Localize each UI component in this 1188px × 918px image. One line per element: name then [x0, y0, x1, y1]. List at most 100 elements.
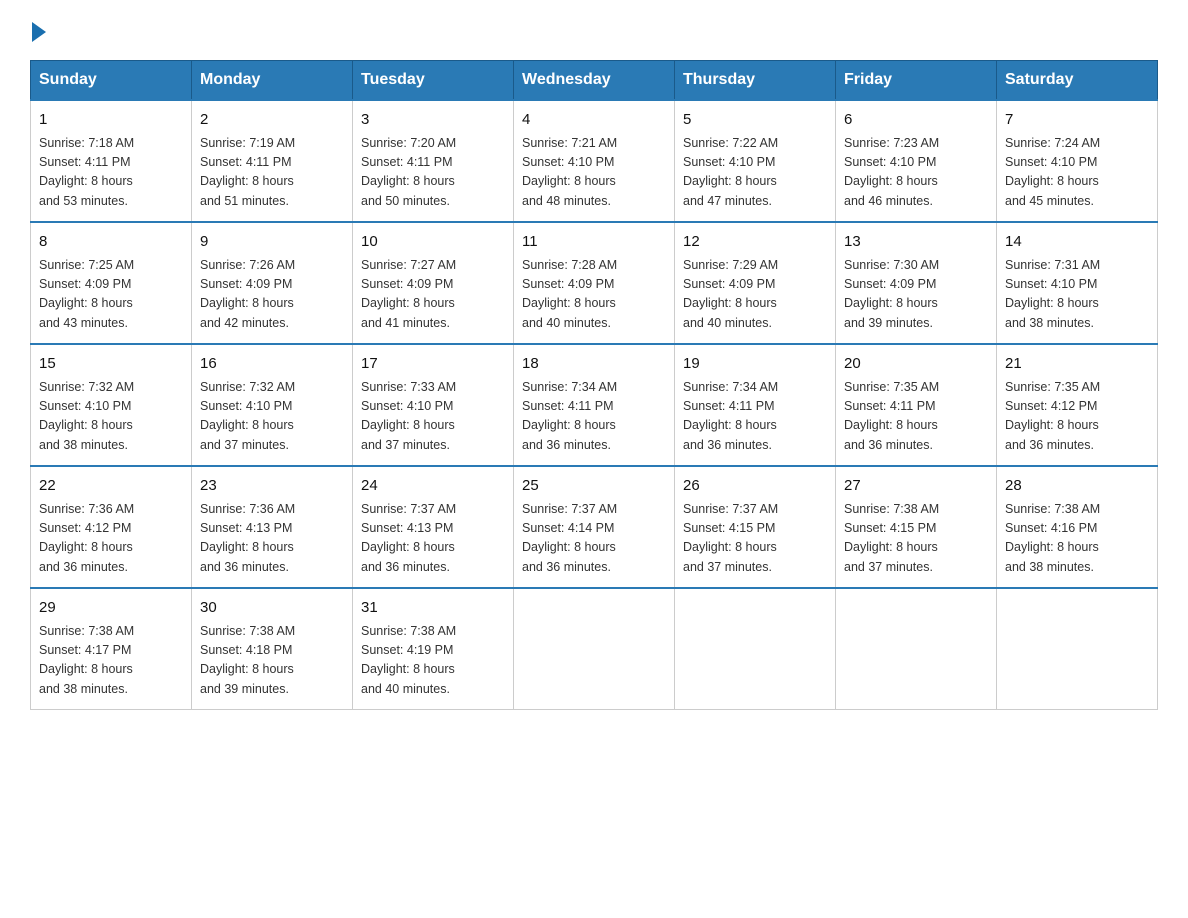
day-info: Sunrise: 7:22 AMSunset: 4:10 PMDaylight:…: [683, 134, 827, 212]
day-number: 9: [200, 231, 344, 254]
day-cell: 28Sunrise: 7:38 AMSunset: 4:16 PMDayligh…: [997, 466, 1158, 588]
day-info: Sunrise: 7:36 AMSunset: 4:13 PMDaylight:…: [200, 500, 344, 578]
column-header-wednesday: Wednesday: [514, 61, 675, 101]
day-cell: 8Sunrise: 7:25 AMSunset: 4:09 PMDaylight…: [31, 222, 192, 344]
calendar-table: SundayMondayTuesdayWednesdayThursdayFrid…: [30, 60, 1158, 710]
calendar-header-row: SundayMondayTuesdayWednesdayThursdayFrid…: [31, 61, 1158, 101]
day-number: 19: [683, 353, 827, 376]
day-info: Sunrise: 7:37 AMSunset: 4:15 PMDaylight:…: [683, 500, 827, 578]
day-cell: 23Sunrise: 7:36 AMSunset: 4:13 PMDayligh…: [192, 466, 353, 588]
day-cell: 18Sunrise: 7:34 AMSunset: 4:11 PMDayligh…: [514, 344, 675, 466]
day-number: 16: [200, 353, 344, 376]
day-info: Sunrise: 7:19 AMSunset: 4:11 PMDaylight:…: [200, 134, 344, 212]
day-cell: 11Sunrise: 7:28 AMSunset: 4:09 PMDayligh…: [514, 222, 675, 344]
day-info: Sunrise: 7:38 AMSunset: 4:19 PMDaylight:…: [361, 622, 505, 700]
day-cell: 3Sunrise: 7:20 AMSunset: 4:11 PMDaylight…: [353, 100, 514, 222]
day-cell: 21Sunrise: 7:35 AMSunset: 4:12 PMDayligh…: [997, 344, 1158, 466]
day-cell: 30Sunrise: 7:38 AMSunset: 4:18 PMDayligh…: [192, 588, 353, 710]
day-info: Sunrise: 7:28 AMSunset: 4:09 PMDaylight:…: [522, 256, 666, 334]
page-header: [30, 20, 1158, 42]
day-number: 24: [361, 475, 505, 498]
day-info: Sunrise: 7:35 AMSunset: 4:12 PMDaylight:…: [1005, 378, 1149, 456]
day-info: Sunrise: 7:33 AMSunset: 4:10 PMDaylight:…: [361, 378, 505, 456]
day-cell: 29Sunrise: 7:38 AMSunset: 4:17 PMDayligh…: [31, 588, 192, 710]
day-info: Sunrise: 7:23 AMSunset: 4:10 PMDaylight:…: [844, 134, 988, 212]
day-info: Sunrise: 7:26 AMSunset: 4:09 PMDaylight:…: [200, 256, 344, 334]
day-info: Sunrise: 7:27 AMSunset: 4:09 PMDaylight:…: [361, 256, 505, 334]
day-info: Sunrise: 7:30 AMSunset: 4:09 PMDaylight:…: [844, 256, 988, 334]
column-header-thursday: Thursday: [675, 61, 836, 101]
week-row-1: 1Sunrise: 7:18 AMSunset: 4:11 PMDaylight…: [31, 100, 1158, 222]
day-number: 8: [39, 231, 183, 254]
day-cell: 17Sunrise: 7:33 AMSunset: 4:10 PMDayligh…: [353, 344, 514, 466]
day-info: Sunrise: 7:32 AMSunset: 4:10 PMDaylight:…: [200, 378, 344, 456]
day-cell: 25Sunrise: 7:37 AMSunset: 4:14 PMDayligh…: [514, 466, 675, 588]
day-cell: 24Sunrise: 7:37 AMSunset: 4:13 PMDayligh…: [353, 466, 514, 588]
day-cell: 26Sunrise: 7:37 AMSunset: 4:15 PMDayligh…: [675, 466, 836, 588]
column-header-friday: Friday: [836, 61, 997, 101]
day-cell: [997, 588, 1158, 710]
day-cell: [675, 588, 836, 710]
day-info: Sunrise: 7:20 AMSunset: 4:11 PMDaylight:…: [361, 134, 505, 212]
day-number: 22: [39, 475, 183, 498]
day-info: Sunrise: 7:35 AMSunset: 4:11 PMDaylight:…: [844, 378, 988, 456]
day-cell: 19Sunrise: 7:34 AMSunset: 4:11 PMDayligh…: [675, 344, 836, 466]
day-number: 17: [361, 353, 505, 376]
day-number: 13: [844, 231, 988, 254]
day-number: 6: [844, 109, 988, 132]
day-number: 23: [200, 475, 344, 498]
day-info: Sunrise: 7:38 AMSunset: 4:18 PMDaylight:…: [200, 622, 344, 700]
day-cell: 14Sunrise: 7:31 AMSunset: 4:10 PMDayligh…: [997, 222, 1158, 344]
day-cell: 2Sunrise: 7:19 AMSunset: 4:11 PMDaylight…: [192, 100, 353, 222]
day-info: Sunrise: 7:38 AMSunset: 4:17 PMDaylight:…: [39, 622, 183, 700]
day-cell: 10Sunrise: 7:27 AMSunset: 4:09 PMDayligh…: [353, 222, 514, 344]
logo-top: [30, 20, 46, 42]
day-cell: 7Sunrise: 7:24 AMSunset: 4:10 PMDaylight…: [997, 100, 1158, 222]
day-info: Sunrise: 7:36 AMSunset: 4:12 PMDaylight:…: [39, 500, 183, 578]
day-info: Sunrise: 7:34 AMSunset: 4:11 PMDaylight:…: [683, 378, 827, 456]
day-number: 2: [200, 109, 344, 132]
day-number: 28: [1005, 475, 1149, 498]
week-row-4: 22Sunrise: 7:36 AMSunset: 4:12 PMDayligh…: [31, 466, 1158, 588]
day-number: 11: [522, 231, 666, 254]
day-info: Sunrise: 7:32 AMSunset: 4:10 PMDaylight:…: [39, 378, 183, 456]
day-cell: 9Sunrise: 7:26 AMSunset: 4:09 PMDaylight…: [192, 222, 353, 344]
day-number: 14: [1005, 231, 1149, 254]
day-info: Sunrise: 7:38 AMSunset: 4:16 PMDaylight:…: [1005, 500, 1149, 578]
day-number: 5: [683, 109, 827, 132]
day-number: 29: [39, 597, 183, 620]
week-row-5: 29Sunrise: 7:38 AMSunset: 4:17 PMDayligh…: [31, 588, 1158, 710]
logo-triangle-icon: [32, 22, 46, 42]
week-row-2: 8Sunrise: 7:25 AMSunset: 4:09 PMDaylight…: [31, 222, 1158, 344]
day-number: 18: [522, 353, 666, 376]
week-row-3: 15Sunrise: 7:32 AMSunset: 4:10 PMDayligh…: [31, 344, 1158, 466]
day-number: 4: [522, 109, 666, 132]
day-cell: 31Sunrise: 7:38 AMSunset: 4:19 PMDayligh…: [353, 588, 514, 710]
day-number: 20: [844, 353, 988, 376]
day-number: 12: [683, 231, 827, 254]
day-cell: 5Sunrise: 7:22 AMSunset: 4:10 PMDaylight…: [675, 100, 836, 222]
day-number: 3: [361, 109, 505, 132]
day-number: 21: [1005, 353, 1149, 376]
day-info: Sunrise: 7:34 AMSunset: 4:11 PMDaylight:…: [522, 378, 666, 456]
day-info: Sunrise: 7:37 AMSunset: 4:14 PMDaylight:…: [522, 500, 666, 578]
day-cell: 22Sunrise: 7:36 AMSunset: 4:12 PMDayligh…: [31, 466, 192, 588]
day-info: Sunrise: 7:31 AMSunset: 4:10 PMDaylight:…: [1005, 256, 1149, 334]
day-number: 7: [1005, 109, 1149, 132]
day-number: 1: [39, 109, 183, 132]
day-number: 10: [361, 231, 505, 254]
day-cell: 13Sunrise: 7:30 AMSunset: 4:09 PMDayligh…: [836, 222, 997, 344]
day-cell: 4Sunrise: 7:21 AMSunset: 4:10 PMDaylight…: [514, 100, 675, 222]
column-header-saturday: Saturday: [997, 61, 1158, 101]
day-info: Sunrise: 7:25 AMSunset: 4:09 PMDaylight:…: [39, 256, 183, 334]
day-cell: 12Sunrise: 7:29 AMSunset: 4:09 PMDayligh…: [675, 222, 836, 344]
day-cell: 16Sunrise: 7:32 AMSunset: 4:10 PMDayligh…: [192, 344, 353, 466]
day-info: Sunrise: 7:29 AMSunset: 4:09 PMDaylight:…: [683, 256, 827, 334]
logo: [30, 20, 46, 42]
day-cell: 20Sunrise: 7:35 AMSunset: 4:11 PMDayligh…: [836, 344, 997, 466]
day-number: 31: [361, 597, 505, 620]
day-cell: 27Sunrise: 7:38 AMSunset: 4:15 PMDayligh…: [836, 466, 997, 588]
day-info: Sunrise: 7:18 AMSunset: 4:11 PMDaylight:…: [39, 134, 183, 212]
day-cell: 1Sunrise: 7:18 AMSunset: 4:11 PMDaylight…: [31, 100, 192, 222]
day-number: 30: [200, 597, 344, 620]
